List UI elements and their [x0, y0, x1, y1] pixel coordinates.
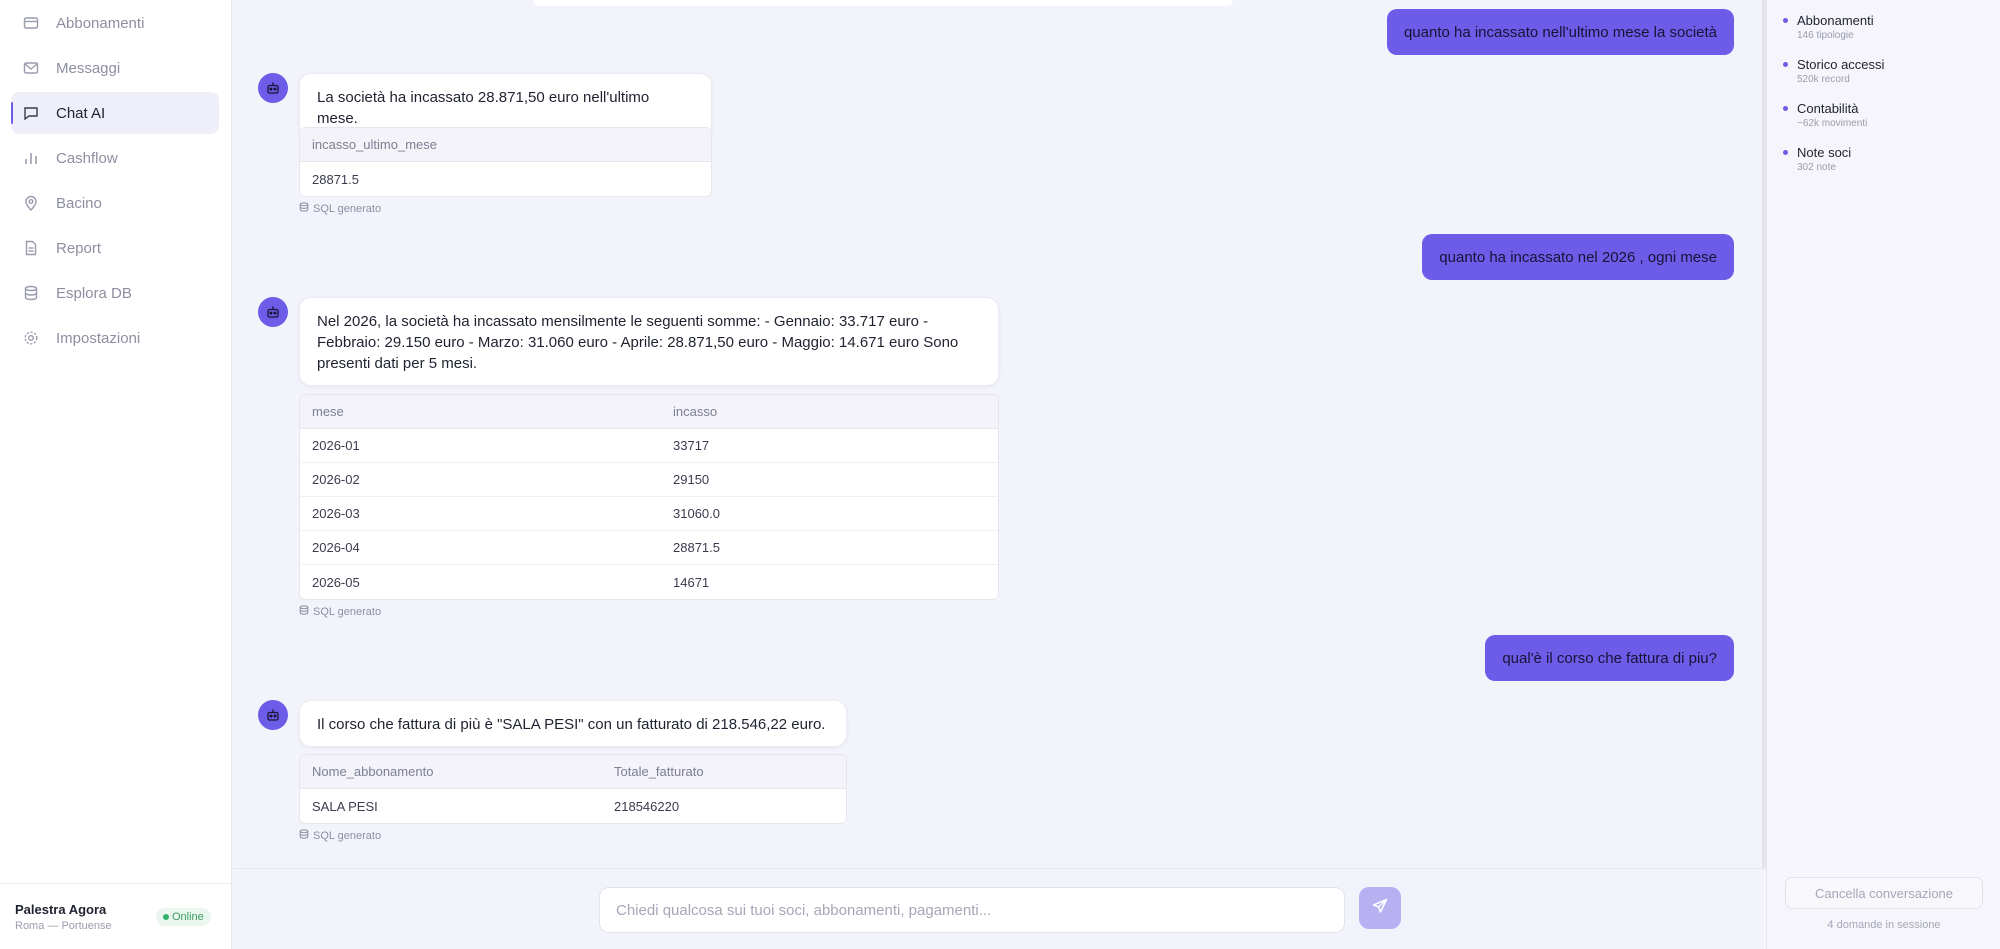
sidebar-item-label: Abbonamenti: [56, 14, 145, 32]
sql-generated-toggle[interactable]: SQL generato: [299, 829, 381, 842]
bullet-icon: [1783, 62, 1788, 67]
send-button[interactable]: [1359, 887, 1401, 929]
column-header: mese: [312, 404, 344, 419]
sidebar-item-abbonamenti[interactable]: Abbonamenti: [11, 2, 219, 44]
table-row: 2026-02 29150: [300, 463, 998, 497]
source-name: Contabilità: [1797, 101, 1859, 116]
data-sources-panel: Abbonamenti 146 tipologie Storico access…: [1766, 0, 2000, 949]
table-cell: 33717: [673, 438, 710, 453]
sidebar-item-impostazioni[interactable]: Impostazioni: [11, 317, 219, 359]
sidebar-item-esplora-db[interactable]: Esplora DB: [11, 272, 219, 314]
send-icon: [1372, 898, 1388, 919]
table-cell: 29150: [673, 472, 710, 487]
sidebar-item-cashflow[interactable]: Cashflow: [11, 137, 219, 179]
sidebar: Abbonamenti Messaggi Chat AI Cashflow Ba…: [0, 0, 232, 949]
table-cell: 2026-01: [312, 438, 360, 453]
mail-icon: [23, 60, 39, 76]
table-cell: 28871.5: [312, 171, 359, 187]
sidebar-item-label: Cashflow: [56, 149, 118, 167]
composer: [233, 868, 1764, 949]
clear-conversation-button[interactable]: Cancella conversazione: [1785, 877, 1983, 909]
table-row: 2026-05 14671: [300, 565, 998, 599]
column-header: incasso_ultimo_mese: [312, 137, 438, 152]
table-cell: 2026-04: [312, 540, 360, 555]
table-header: Nome_abbonamento Totale_fatturato: [300, 755, 846, 789]
table-row: 28871.5: [300, 162, 711, 196]
source-name: Storico accessi: [1797, 57, 1885, 72]
table-cell: 28871.5: [673, 540, 720, 555]
sql-generated-toggle[interactable]: SQL generato: [299, 605, 381, 618]
sidebar-item-report[interactable]: Report: [11, 227, 219, 269]
table-header: mese incasso: [300, 395, 998, 429]
table-cell: 2026-02: [312, 472, 360, 487]
table-cell: 2026-03: [312, 506, 360, 521]
source-name: Note soci: [1797, 145, 1852, 160]
sidebar-item-chat-ai[interactable]: Chat AI: [11, 92, 219, 134]
gym-location: Roma — Portuense: [15, 920, 112, 932]
bot-avatar-icon: [258, 297, 288, 327]
table-row: 2026-03 31060.0: [300, 497, 998, 531]
session-count: 4 domande in sessione: [1827, 919, 1941, 931]
table-row: 2026-04 28871.5: [300, 531, 998, 565]
sidebar-item-label: Impostazioni: [56, 329, 141, 347]
gym-info: Palestra Agora Roma — Portuense Online: [0, 883, 232, 949]
sidebar-item-bacino[interactable]: Bacino: [11, 182, 219, 224]
sidebar-item-label: Esplora DB: [56, 284, 132, 302]
table-row: SALA PESI 218546220: [300, 789, 846, 823]
previous-message-edge: [533, 0, 1233, 6]
database-icon: [299, 605, 309, 618]
sql-generated-label: SQL generato: [313, 202, 382, 215]
column-header: Totale_fatturato: [614, 764, 704, 779]
table-cell: SALA PESI: [312, 798, 378, 814]
table-header: incasso_ultimo_mese: [300, 128, 711, 162]
column-header: Nome_abbonamento: [312, 764, 434, 779]
chat-icon: [23, 105, 39, 121]
result-table: Nome_abbonamento Totale_fatturato SALA P…: [299, 754, 847, 824]
assistant-message: Il corso che fattura di più è "SALA PESI…: [299, 700, 847, 747]
result-table: mese incasso 2026-01 33717 2026-02 29150…: [299, 394, 999, 600]
chat-thread[interactable]: quanto ha incassato nell'ultimo mese la …: [233, 0, 1764, 868]
sidebar-item-label: Bacino: [56, 194, 102, 212]
chat-input[interactable]: [599, 887, 1345, 933]
status-badge: Online: [156, 908, 211, 926]
source-meta: 146 tipologie: [1797, 30, 1854, 41]
gym-name: Palestra Agora: [15, 902, 107, 917]
map-pin-icon: [23, 195, 39, 211]
user-message: quanto ha incassato nell'ultimo mese la …: [1386, 9, 1734, 55]
card-icon: [23, 15, 39, 31]
sql-generated-toggle[interactable]: SQL generato: [299, 202, 381, 215]
document-icon: [23, 240, 39, 256]
database-icon: [299, 829, 309, 842]
sql-generated-label: SQL generato: [313, 605, 382, 618]
source-meta: 520k record: [1797, 74, 1850, 85]
gear-icon: [23, 330, 39, 346]
table-cell: 14671: [673, 574, 710, 590]
result-table: incasso_ultimo_mese 28871.5: [299, 127, 712, 197]
bar-chart-icon: [23, 150, 39, 166]
table-cell: 31060.0: [673, 506, 720, 521]
sidebar-item-label: Messaggi: [56, 59, 121, 77]
sidebar-item-label: Chat AI: [56, 104, 106, 122]
sql-generated-label: SQL generato: [313, 829, 382, 842]
user-message: quanto ha incassato nel 2026 , ogni mese: [1422, 234, 1734, 280]
bot-avatar-icon: [258, 73, 288, 103]
sidebar-item-label: Report: [56, 239, 102, 257]
bullet-icon: [1783, 106, 1788, 111]
assistant-message: Nel 2026, la società ha incassato mensil…: [299, 297, 999, 386]
source-name: Abbonamenti: [1797, 13, 1874, 28]
bullet-icon: [1783, 18, 1788, 23]
bot-avatar-icon: [258, 700, 288, 730]
column-header: incasso: [673, 404, 718, 419]
table-cell: 2026-05: [312, 574, 360, 590]
source-meta: 302 note: [1797, 162, 1836, 173]
table-cell: 218546220: [614, 798, 680, 814]
database-icon: [299, 202, 309, 215]
database-icon: [23, 285, 39, 301]
bullet-icon: [1783, 150, 1788, 155]
user-message: qual'è il corso che fattura di piu?: [1485, 635, 1734, 681]
source-meta: ~62k movimenti: [1797, 118, 1868, 129]
table-row: 2026-01 33717: [300, 429, 998, 463]
sidebar-item-messaggi[interactable]: Messaggi: [11, 47, 219, 89]
